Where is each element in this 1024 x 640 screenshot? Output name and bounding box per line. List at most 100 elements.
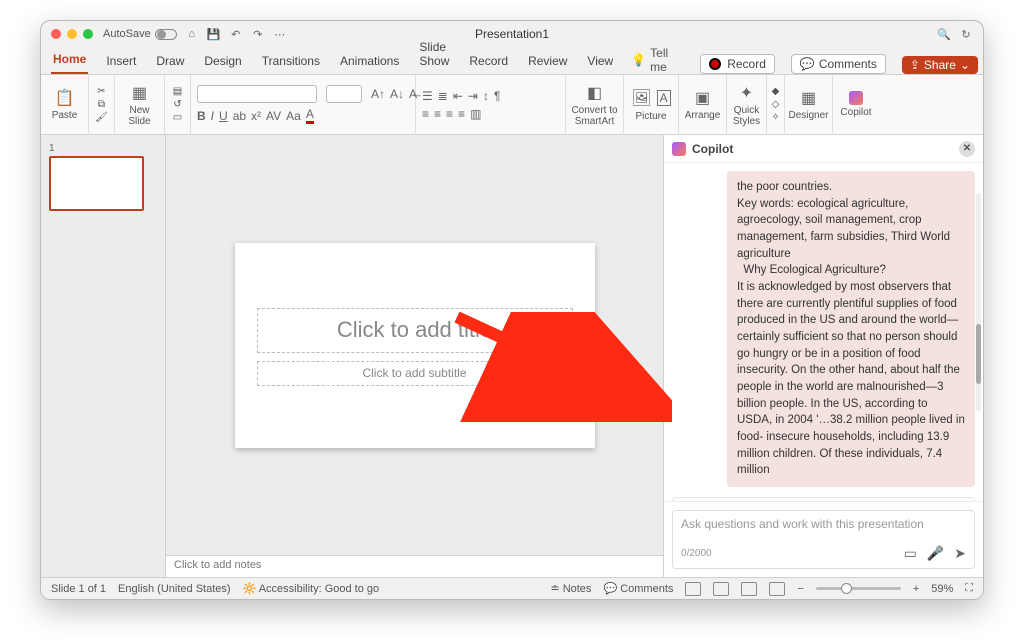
subscript-icon[interactable]: x²	[251, 109, 261, 123]
clipboard-tools[interactable]: ✂ ⧉ 🖌	[89, 75, 115, 134]
comments-button[interactable]: 💬Comments	[791, 54, 886, 74]
close-icon[interactable]: ✕	[959, 141, 975, 157]
tab-design[interactable]: Design	[202, 50, 243, 74]
align-left-icon[interactable]: ≡	[422, 107, 429, 121]
attach-icon[interactable]: ▭	[904, 545, 917, 562]
new-slide-group[interactable]: ▦ New Slide	[115, 75, 165, 134]
slideshow-view-icon[interactable]	[769, 582, 785, 596]
shape-fill-icon[interactable]: ◆	[772, 86, 780, 97]
overflow-icon[interactable]: ⋯	[273, 27, 287, 41]
send-icon[interactable]: ➤	[954, 545, 966, 562]
format-painter-icon[interactable]: 🖌	[95, 112, 108, 123]
justify-icon[interactable]: ≡	[458, 107, 465, 121]
minimize-window-icon[interactable]	[67, 29, 77, 39]
zoom-out-icon[interactable]: −	[797, 583, 803, 595]
mic-icon[interactable]: 🎤	[927, 545, 944, 562]
subtitle-placeholder[interactable]: Click to add subtitle	[257, 361, 573, 386]
layout-icon[interactable]: ▤	[173, 86, 182, 97]
comments-toggle[interactable]: 💬 Comments	[603, 582, 673, 595]
line-spacing-icon[interactable]: ↕	[483, 89, 489, 103]
tab-view[interactable]: View	[585, 50, 615, 74]
highlight-icon[interactable]: AV	[266, 109, 281, 123]
strike-icon[interactable]: ab	[233, 109, 246, 123]
status-bar: Slide 1 of 1 English (United States) 🔆 A…	[41, 577, 983, 599]
zoom-window-icon[interactable]	[83, 29, 93, 39]
quick-styles-group[interactable]: ✦ Quick Styles	[727, 75, 767, 134]
slide-thumbnail-1[interactable]	[49, 156, 144, 211]
shape-format-tools[interactable]: ◆ ◇ ✧	[767, 75, 785, 134]
tab-review[interactable]: Review	[526, 50, 569, 74]
shape-effects-icon[interactable]: ✧	[771, 112, 779, 123]
bullets-icon[interactable]: ☰	[422, 89, 433, 103]
paragraph-group: ☰ ≣ ⇤ ⇥ ↕ ¶ ≡ ≡ ≡ ≡ ▥	[416, 75, 566, 134]
notes-pane[interactable]: Click to add notes	[166, 555, 663, 577]
tab-draw[interactable]: Draw	[154, 50, 186, 74]
tab-insert[interactable]: Insert	[104, 50, 138, 74]
italic-icon[interactable]: I	[211, 109, 214, 123]
tab-home[interactable]: Home	[51, 48, 88, 74]
clipboard-icon: 📋	[55, 88, 75, 108]
font-size-input[interactable]	[326, 85, 362, 103]
save-icon[interactable]: 💾	[207, 27, 221, 41]
fit-window-icon[interactable]: ⛶	[965, 582, 973, 595]
title-placeholder[interactable]: Click to add title	[257, 308, 573, 353]
autosave-toggle[interactable]: AutoSave	[103, 28, 177, 40]
scrollbar[interactable]	[976, 193, 981, 411]
arrange-group[interactable]: ▣ Arrange	[679, 75, 727, 134]
sorter-view-icon[interactable]	[713, 582, 729, 596]
decrease-font-icon[interactable]: A↓	[390, 87, 404, 101]
text-direction-icon[interactable]: ¶	[494, 89, 500, 103]
indent-right-icon[interactable]: ⇥	[468, 89, 478, 103]
redo-icon[interactable]: ↷	[251, 27, 265, 41]
copy-icon[interactable]: ⧉	[98, 99, 105, 110]
change-case-icon[interactable]: Aa	[286, 109, 301, 123]
tell-me[interactable]: 💡 Tell me	[631, 46, 668, 74]
tab-transitions[interactable]: Transitions	[260, 50, 322, 74]
undo-icon[interactable]: ↶	[229, 27, 243, 41]
align-right-icon[interactable]: ≡	[446, 107, 453, 121]
reading-view-icon[interactable]	[741, 582, 757, 596]
bold-icon[interactable]: B	[197, 109, 206, 123]
notes-toggle[interactable]: ≐ Notes	[550, 582, 591, 595]
slide-tools[interactable]: ▤ ↺ ▭	[165, 75, 191, 134]
font-name-input[interactable]	[197, 85, 317, 103]
slide-canvas[interactable]: Click to add title Click to add subtitle	[166, 135, 663, 555]
share-button[interactable]: ⇪Share ⌄	[902, 56, 978, 74]
close-window-icon[interactable]	[51, 29, 61, 39]
convert-smartart-group[interactable]: ◧ Convert to SmartArt	[566, 75, 624, 134]
picture-group[interactable]: 🖼 A Picture	[624, 75, 679, 134]
zoom-in-icon[interactable]: +	[913, 583, 919, 595]
align-center-icon[interactable]: ≡	[434, 107, 441, 121]
accessibility[interactable]: 🔆 Accessibility: Good to go	[243, 582, 380, 595]
copilot-ribbon-group[interactable]: Copilot	[833, 75, 879, 134]
indent-left-icon[interactable]: ⇤	[453, 89, 463, 103]
history-icon[interactable]: ↻	[959, 27, 973, 41]
font-color-icon[interactable]: A	[306, 107, 314, 124]
numbering-icon[interactable]: ≣	[438, 89, 448, 103]
scrollbar-thumb[interactable]	[976, 324, 981, 384]
underline-icon[interactable]: U	[219, 109, 228, 123]
shape-outline-icon[interactable]: ◇	[772, 99, 780, 110]
copilot-input[interactable]: Ask questions and work with this present…	[672, 510, 975, 569]
reset-icon[interactable]: ↺	[173, 99, 181, 110]
zoom-slider[interactable]	[816, 587, 901, 590]
tab-animations[interactable]: Animations	[338, 50, 401, 74]
record-button[interactable]: Record	[700, 54, 775, 74]
search-icon[interactable]: 🔍	[937, 27, 951, 41]
zoom-level[interactable]: 59%	[931, 583, 953, 595]
language[interactable]: English (United States)	[118, 583, 231, 595]
columns-icon[interactable]: ▥	[470, 107, 481, 121]
normal-view-icon[interactable]	[685, 582, 701, 596]
textbox-icon[interactable]: A	[657, 90, 671, 106]
section-icon[interactable]: ▭	[173, 112, 182, 123]
tab-slideshow[interactable]: Slide Show	[417, 36, 451, 74]
increase-font-icon[interactable]: A↑	[371, 87, 385, 101]
ribbon-tabs: Home Insert Draw Design Transitions Anim…	[41, 47, 983, 75]
tab-record[interactable]: Record	[467, 50, 510, 74]
paste-group[interactable]: 📋 Paste	[41, 75, 89, 134]
switch-icon[interactable]	[155, 29, 177, 40]
slide[interactable]: Click to add title Click to add subtitle	[235, 243, 595, 448]
cut-icon[interactable]: ✂	[97, 86, 105, 97]
designer-group[interactable]: ▦ Designer	[785, 75, 833, 134]
home-icon[interactable]: ⌂	[185, 27, 199, 41]
